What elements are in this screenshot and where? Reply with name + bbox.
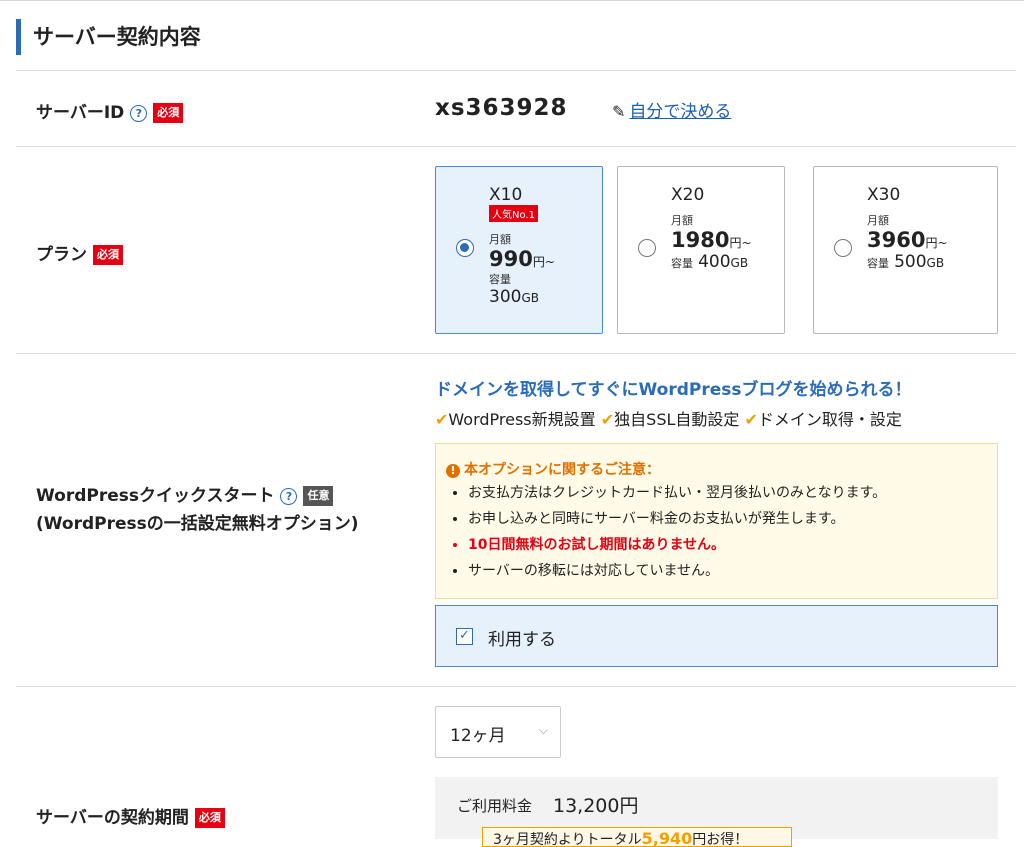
required-badge: 必須 bbox=[93, 245, 123, 265]
divider bbox=[16, 686, 1016, 687]
plan-price-block: 月額 990円~ 容量 300GB bbox=[489, 231, 555, 307]
feature-item: 独自SSL自動設定 bbox=[614, 410, 740, 429]
check-icon: ✔ bbox=[600, 410, 615, 429]
notice-title: ! 本オプションに関するご注意： bbox=[446, 459, 660, 479]
notice-list: お支払方法はクレジットカード払い・翌月後払いのみとなります。 お申し込みと同時に… bbox=[452, 484, 886, 588]
plan-card-x30[interactable]: X30 月額 3960円~ 容量 500GB bbox=[813, 166, 998, 334]
help-icon[interactable]: ? bbox=[280, 487, 298, 505]
fee-value: 13,200円 bbox=[553, 795, 639, 817]
capacity-label: 容量 bbox=[489, 273, 511, 286]
warning-icon: ! bbox=[446, 464, 460, 478]
notice-box: ! 本オプションに関するご注意： お支払方法はクレジットカード払い・翌月後払いのみ… bbox=[435, 443, 998, 599]
price-label: 月額 bbox=[489, 233, 511, 246]
plan-radio-x20[interactable] bbox=[638, 239, 656, 257]
help-icon[interactable]: ? bbox=[130, 104, 148, 122]
divider bbox=[16, 146, 1016, 147]
plan-price: 990 bbox=[489, 247, 533, 271]
pencil-icon: ✎ bbox=[612, 102, 626, 121]
use-option-box[interactable]: ✓ 利用する bbox=[435, 605, 998, 667]
plan-radio-x10[interactable] bbox=[456, 239, 474, 257]
contract-period-label-group: サーバーの契約期間 必須 bbox=[36, 803, 225, 828]
required-badge: 必須 bbox=[153, 103, 184, 123]
price-unit: 円~ bbox=[729, 236, 752, 250]
plan-card-x10[interactable]: X10 人気No.1 月額 990円~ 容量 300GB bbox=[435, 166, 603, 334]
required-badge: 必須 bbox=[194, 808, 225, 828]
plan-price: 1980 bbox=[671, 228, 730, 252]
plan-label: プラン bbox=[36, 245, 87, 265]
plan-price-block: 月額 1980円~ 容量 400GB bbox=[671, 212, 752, 272]
plan-radio-x30[interactable] bbox=[834, 239, 852, 257]
plan-capacity: 500 bbox=[894, 252, 927, 272]
popular-badge: 人気No.1 bbox=[489, 205, 538, 222]
plan-name: X20 bbox=[671, 185, 705, 205]
use-label: 利用する bbox=[488, 630, 556, 650]
contract-period-label: サーバーの契約期間 bbox=[36, 808, 189, 828]
use-checkbox[interactable]: ✓ bbox=[456, 628, 473, 645]
server-id-value: xs363928 bbox=[435, 95, 568, 121]
contract-period-select[interactable]: 12ヶ月 ⌵ bbox=[435, 706, 561, 758]
wp-label: WordPressクイックスタート bbox=[36, 486, 275, 506]
discount-amount: 5,940 bbox=[641, 829, 693, 847]
divider bbox=[16, 353, 1016, 354]
notice-item: サーバーの移転には対応していません。 bbox=[468, 562, 886, 580]
notice-item: お支払方法はクレジットカード払い・翌月後払いのみとなります。 bbox=[468, 484, 886, 502]
plan-capacity: 300 bbox=[489, 287, 522, 307]
plan-price: 3960 bbox=[867, 228, 926, 252]
section-title: サーバー契約内容 bbox=[16, 19, 201, 55]
fee-label: ご利用料金 bbox=[457, 797, 533, 815]
wp-label-group: WordPressクイックスタート? 任意 (WordPressの一括設定無料オプ… bbox=[36, 482, 396, 538]
divider bbox=[16, 70, 1016, 71]
notice-title-text: 本オプションに関するご注意： bbox=[464, 462, 660, 478]
top-border bbox=[0, 0, 1024, 1]
plan-capacity: 400 bbox=[698, 252, 731, 272]
wp-headline: ドメインを取得してすぐにWordPressブログを始められる！ bbox=[435, 380, 912, 400]
choose-own-id-text: 自分で決める bbox=[629, 102, 732, 122]
discount-banner: 3ヶ月契約よりトータル5,940円お得！ bbox=[482, 827, 792, 847]
price-label: 月額 bbox=[867, 214, 889, 227]
wp-features: ✔WordPress新規設置 ✔独自SSL自動設定 ✔ドメイン取得・設定 bbox=[435, 406, 902, 430]
check-icon: ✔ bbox=[744, 410, 758, 429]
wp-sublabel: (WordPressの一括設定無料オプション) bbox=[36, 514, 359, 534]
optional-badge: 任意 bbox=[303, 486, 334, 506]
plan-name: X30 bbox=[867, 185, 901, 205]
capacity-unit: GB bbox=[521, 291, 539, 305]
price-unit: 円~ bbox=[532, 255, 555, 269]
chevron-down-icon: ⌵ bbox=[538, 723, 548, 737]
plan-name: X10 bbox=[489, 185, 523, 205]
discount-prefix: 3ヶ月契約よりトータル bbox=[493, 832, 642, 847]
capacity-label: 容量 bbox=[867, 257, 889, 270]
notice-item-warning: 10日間無料のお試し期間はありません。 bbox=[468, 536, 886, 554]
capacity-unit: GB bbox=[926, 256, 945, 270]
plan-price-block: 月額 3960円~ 容量 500GB bbox=[867, 212, 948, 272]
feature-item: WordPress新規設置 bbox=[448, 410, 596, 429]
capacity-label: 容量 bbox=[671, 257, 693, 270]
server-id-label: サーバーID bbox=[36, 103, 125, 123]
capacity-unit: GB bbox=[730, 256, 749, 270]
discount-suffix: 円お得！ bbox=[692, 832, 749, 847]
price-label: 月額 bbox=[671, 214, 693, 227]
price-unit: 円~ bbox=[925, 236, 948, 250]
plan-card-x20[interactable]: X20 月額 1980円~ 容量 400GB bbox=[617, 166, 785, 334]
plan-label-group: プラン 必須 bbox=[36, 240, 123, 265]
choose-own-id-link[interactable]: ✎ 自分で決める bbox=[612, 97, 731, 122]
contract-period-value: 12ヶ月 bbox=[450, 726, 506, 746]
feature-item: ドメイン取得・設定 bbox=[757, 410, 902, 429]
fee-box: ご利用料金 13,200円 3ヶ月契約よりトータル5,940円お得！ bbox=[435, 777, 998, 847]
notice-item: お申し込みと同時にサーバー料金のお支払いが発生します。 bbox=[468, 510, 886, 528]
check-icon: ✔ bbox=[435, 410, 449, 429]
server-id-label-group: サーバーID? 必須 bbox=[36, 98, 184, 123]
